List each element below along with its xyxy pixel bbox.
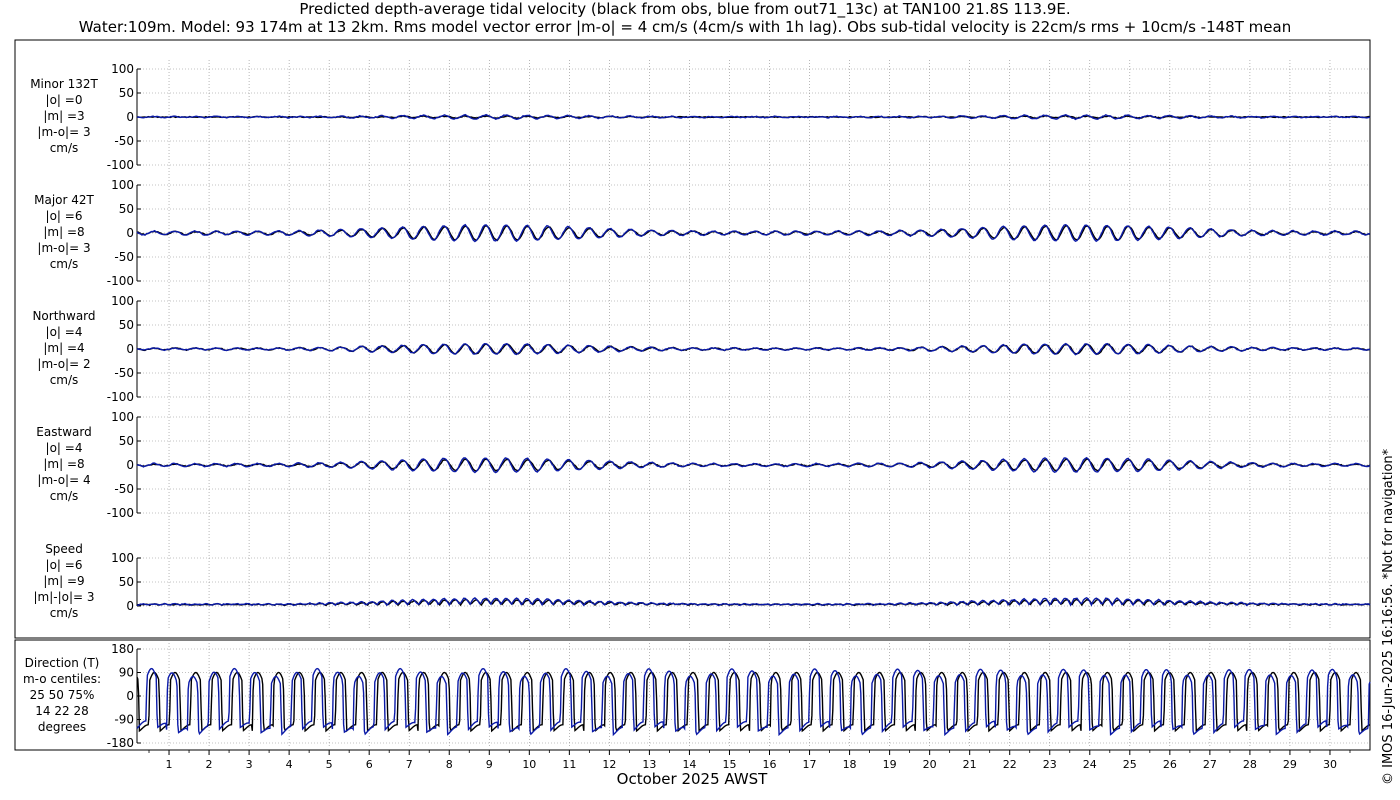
panel-ylabel-line: Major 42T xyxy=(34,193,94,207)
panel-ylabel-line: |o| =4 xyxy=(46,325,83,339)
panel-ylabel-line: |o| =4 xyxy=(46,441,83,455)
y-tick-label: -100 xyxy=(107,390,134,404)
panel-ylabel-line: |m-o|= 3 xyxy=(37,241,90,255)
panel-ylabel-line: |o| =6 xyxy=(46,209,83,223)
y-tick-label: -90 xyxy=(114,713,134,727)
panel-ylabel-line: 14 22 28 xyxy=(35,704,88,718)
y-tick-label: 50 xyxy=(119,318,134,332)
panel-ylabel-line: Minor 132T xyxy=(30,77,98,91)
x-tick-label: 17 xyxy=(803,758,817,771)
upper-frame xyxy=(14,39,1371,639)
y-tick-label: 50 xyxy=(119,434,134,448)
x-tick-label: 4 xyxy=(286,758,293,771)
x-tick-label: 8 xyxy=(446,758,453,771)
y-tick-label: 0 xyxy=(126,599,134,613)
x-tick-label: 26 xyxy=(1163,758,1177,771)
x-tick-label: 29 xyxy=(1283,758,1297,771)
y-tick-label: -50 xyxy=(114,134,134,148)
panel-ylabel-line: |m| =9 xyxy=(43,574,84,588)
x-tick-label: 25 xyxy=(1123,758,1137,771)
panel-ylabel-line: cm/s xyxy=(50,606,79,620)
x-tick-label: 20 xyxy=(923,758,937,771)
panel-ylabel-line: cm/s xyxy=(50,257,79,271)
y-tick-label: 100 xyxy=(111,62,134,76)
y-tick-label: 90 xyxy=(119,666,134,680)
x-tick-label: 12 xyxy=(602,758,616,771)
panel-ylabel-line: |o| =0 xyxy=(46,93,83,107)
y-tick-label: -50 xyxy=(114,366,134,380)
y-tick-label: -100 xyxy=(107,158,134,172)
panel-ylabel-line: |m| =3 xyxy=(43,109,84,123)
x-tick-label: 10 xyxy=(522,758,536,771)
x-tick-label: 1 xyxy=(166,758,173,771)
panel-ylabel-line: Northward xyxy=(32,309,95,323)
y-tick-label: 0 xyxy=(126,110,134,124)
panel-ylabel-line: cm/s xyxy=(50,489,79,503)
x-tick-label: 27 xyxy=(1203,758,1217,771)
series-line-model-minor xyxy=(136,113,1371,121)
panel-ylabel-line: cm/s xyxy=(50,141,79,155)
series-line-model-speed xyxy=(136,596,1371,607)
x-tick-label: 19 xyxy=(883,758,897,771)
panel-ylabel-line: degrees xyxy=(38,720,86,734)
y-tick-label: 100 xyxy=(111,551,134,565)
panel-ylabel-line: |m-o|= 2 xyxy=(37,357,90,371)
x-tick-label: 24 xyxy=(1083,758,1097,771)
panel-ylabel-line: |m-o|= 4 xyxy=(37,473,90,487)
series-line-model-east xyxy=(136,456,1371,474)
x-tick-label: 5 xyxy=(326,758,333,771)
x-tick-label: 3 xyxy=(246,758,253,771)
panel-ylabel-line: Eastward xyxy=(36,425,91,439)
x-tick-label: 7 xyxy=(406,758,413,771)
y-tick-label: -50 xyxy=(114,482,134,496)
y-tick-label: 100 xyxy=(111,178,134,192)
panel-ylabel-line: |m| =8 xyxy=(43,457,84,471)
panel-ylabel-line: |m-o|= 3 xyxy=(37,125,90,139)
copyright-notice: © IMOS 16-Jun-2025 16:16:56. *Not for na… xyxy=(1381,448,1396,785)
y-tick-label: 50 xyxy=(119,202,134,216)
tidal-velocity-chart: 1 2 3 4 5 6 7 8 9 10 11 12 13 14 15 16 17 18 19 20 21 22 23 24 2… xyxy=(14,39,1371,788)
x-tick-label: 2 xyxy=(206,758,213,771)
y-tick-label: 50 xyxy=(119,575,134,589)
y-tick-label: 100 xyxy=(111,410,134,424)
x-tick-label: 23 xyxy=(1043,758,1057,771)
y-tick-label: -180 xyxy=(107,736,134,750)
y-tick-label: 50 xyxy=(119,86,134,100)
y-tick-label: -50 xyxy=(114,250,134,264)
x-tick-label: 11 xyxy=(562,758,576,771)
panel-ylabel-line: m-o centiles: xyxy=(23,672,101,686)
panel-ylabel-line: |m|-|o|= 3 xyxy=(33,590,94,604)
panel-ylabel-line: |m| =4 xyxy=(43,341,84,355)
x-tick-label: 28 xyxy=(1243,758,1257,771)
panel-ylabel-line: 25 50 75% xyxy=(30,688,95,702)
panel-ylabel-line: Speed xyxy=(45,542,83,556)
x-tick-label: 22 xyxy=(1003,758,1017,771)
y-tick-label: -100 xyxy=(107,274,134,288)
y-tick-label: 0 xyxy=(126,458,134,472)
y-tick-label: -100 xyxy=(107,506,134,520)
series-line-model-major xyxy=(136,223,1371,243)
y-tick-label: 0 xyxy=(126,342,134,356)
x-tick-label: 6 xyxy=(366,758,373,771)
y-tick-label: 180 xyxy=(111,642,134,656)
panel-ylabel-line: Direction (T) xyxy=(25,656,100,670)
x-tick-label: 30 xyxy=(1323,758,1337,771)
x-tick-label: 18 xyxy=(843,758,857,771)
y-tick-label: 100 xyxy=(111,294,134,308)
panel-ylabel-line: cm/s xyxy=(50,373,79,387)
x-tick-label: 21 xyxy=(963,758,977,771)
panel-ylabel-line: |o| =6 xyxy=(46,558,83,572)
y-tick-label: 0 xyxy=(126,226,134,240)
x-axis-label: October 2025 AWST xyxy=(617,770,769,788)
y-tick-label: 0 xyxy=(126,689,134,703)
panel-ylabel-line: |m| =8 xyxy=(43,225,84,239)
x-tick-label: 9 xyxy=(486,758,493,771)
